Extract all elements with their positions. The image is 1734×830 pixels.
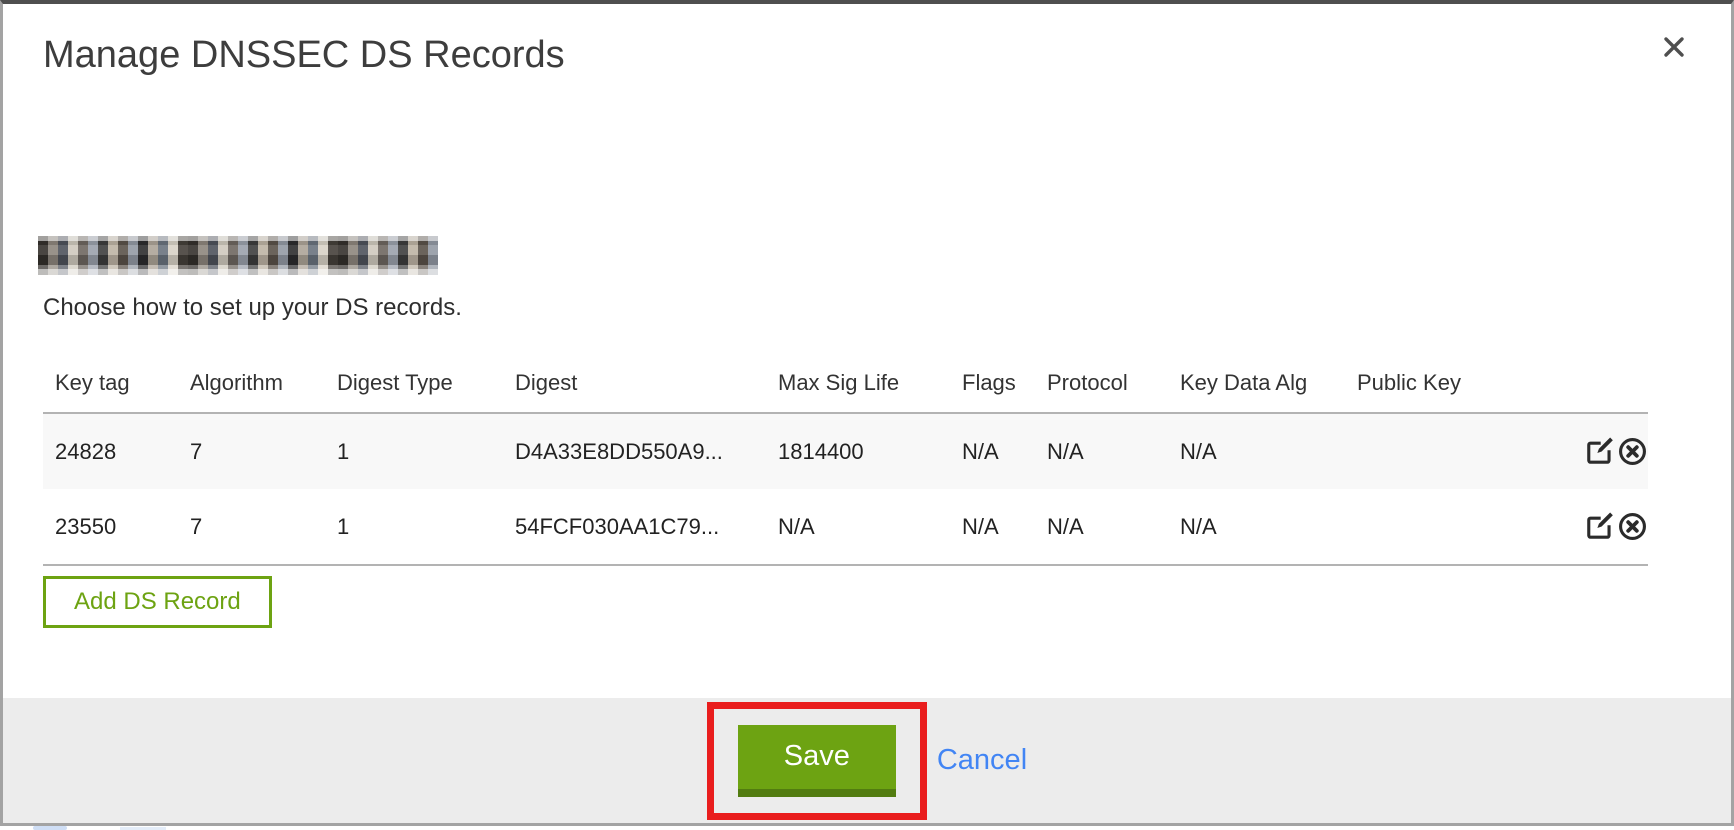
redacted-domain-name	[38, 236, 438, 275]
col-algorithm: Algorithm	[178, 362, 325, 413]
cell-key-data-alg: N/A	[1168, 413, 1345, 489]
save-button[interactable]: Save	[738, 725, 896, 797]
col-key-tag: Key tag	[43, 362, 178, 413]
close-icon	[1661, 34, 1687, 60]
delete-record-button[interactable]	[1617, 436, 1648, 467]
cell-algorithm: 7	[178, 489, 325, 565]
cell-digest-type: 1	[325, 413, 503, 489]
delete-circle-icon	[1617, 530, 1648, 545]
cell-protocol: N/A	[1035, 489, 1168, 565]
cell-digest-type: 1	[325, 489, 503, 565]
edit-icon	[1584, 455, 1615, 470]
row-actions	[1568, 489, 1648, 565]
cell-flags: N/A	[950, 413, 1035, 489]
ds-records-table: Key tag Algorithm Digest Type Digest Max…	[43, 362, 1648, 566]
background-page-artifact	[33, 826, 67, 830]
delete-circle-icon	[1617, 455, 1648, 470]
add-ds-record-button[interactable]: Add DS Record	[43, 576, 272, 628]
cancel-link[interactable]: Cancel	[937, 744, 1027, 777]
col-flags: Flags	[950, 362, 1035, 413]
col-digest: Digest	[503, 362, 766, 413]
page-title: Manage DNSSEC DS Records	[43, 34, 565, 77]
row-actions	[1568, 413, 1648, 489]
col-key-data-alg: Key Data Alg	[1168, 362, 1345, 413]
cell-protocol: N/A	[1035, 413, 1168, 489]
col-max-sig-life: Max Sig Life	[766, 362, 950, 413]
modal-footer: Save Cancel	[3, 698, 1731, 823]
edit-icon	[1584, 530, 1615, 545]
delete-record-button[interactable]	[1617, 511, 1648, 542]
cell-digest: 54FCF030AA1C79...	[503, 489, 766, 565]
instruction-text: Choose how to set up your DS records.	[43, 294, 462, 322]
cell-public-key	[1345, 489, 1568, 565]
col-actions	[1568, 362, 1648, 413]
col-public-key: Public Key	[1345, 362, 1568, 413]
close-button[interactable]	[1657, 30, 1691, 64]
edit-record-button[interactable]	[1584, 436, 1615, 467]
table-row: 23550 7 1 54FCF030AA1C79... N/A N/A N/A …	[43, 489, 1648, 565]
col-digest-type: Digest Type	[325, 362, 503, 413]
cell-flags: N/A	[950, 489, 1035, 565]
edit-record-button[interactable]	[1584, 511, 1615, 542]
cell-max-sig-life: N/A	[766, 489, 950, 565]
red-highlight-annotation: Save	[707, 702, 927, 820]
cell-public-key	[1345, 413, 1568, 489]
cell-digest: D4A33E8DD550A9...	[503, 413, 766, 489]
col-protocol: Protocol	[1035, 362, 1168, 413]
cell-key-tag: 24828	[43, 413, 178, 489]
manage-dnssec-modal: Manage DNSSEC DS Records Choose how to s…	[0, 0, 1734, 826]
cell-key-tag: 23550	[43, 489, 178, 565]
cell-algorithm: 7	[178, 413, 325, 489]
table-header-row: Key tag Algorithm Digest Type Digest Max…	[43, 362, 1648, 413]
cell-key-data-alg: N/A	[1168, 489, 1345, 565]
table-row: 24828 7 1 D4A33E8DD550A9... 1814400 N/A …	[43, 413, 1648, 489]
cell-max-sig-life: 1814400	[766, 413, 950, 489]
